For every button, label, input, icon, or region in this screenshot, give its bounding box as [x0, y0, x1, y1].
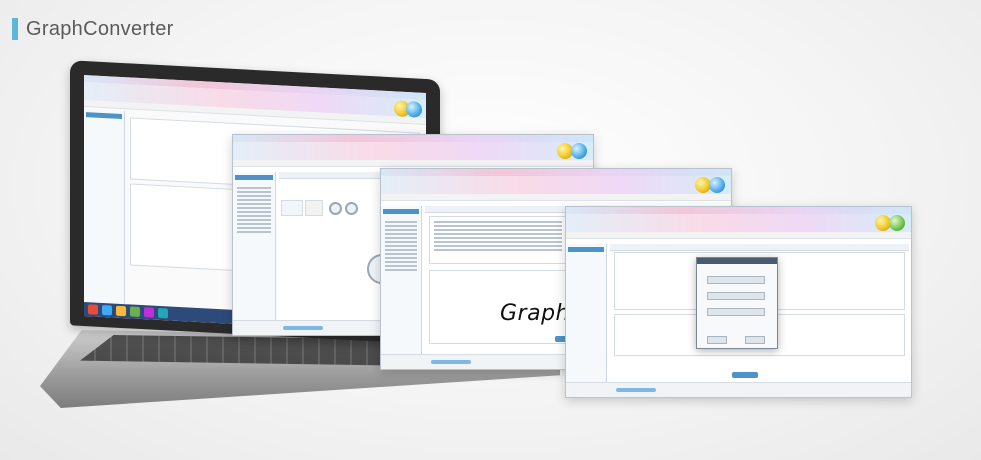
dialog-field[interactable] — [707, 308, 765, 316]
cancel-button[interactable] — [745, 336, 765, 344]
sidebar — [84, 109, 125, 305]
logo-orbs-icon — [889, 215, 905, 231]
file-list-panel — [429, 216, 567, 264]
status-bar — [566, 382, 911, 397]
sidebar — [566, 244, 607, 383]
settings-dialog — [696, 257, 778, 349]
option-button[interactable] — [345, 202, 358, 215]
graphlight-thumb — [281, 200, 303, 216]
dialog-field[interactable] — [707, 276, 765, 284]
ribbon — [381, 176, 731, 194]
app-window-3 — [565, 206, 912, 398]
sidebar — [381, 206, 422, 355]
option-button[interactable] — [329, 202, 342, 215]
logo-orbs-icon — [709, 177, 725, 193]
options-panel — [130, 183, 242, 272]
dialog-field[interactable] — [707, 292, 765, 300]
ribbon — [566, 214, 911, 232]
sidebar — [233, 172, 276, 321]
ok-button[interactable] — [707, 336, 727, 344]
ribbon — [233, 142, 593, 160]
convert-button[interactable] — [732, 372, 758, 378]
logo-orbs-icon — [406, 100, 422, 118]
logo-orbs-icon — [571, 143, 587, 159]
